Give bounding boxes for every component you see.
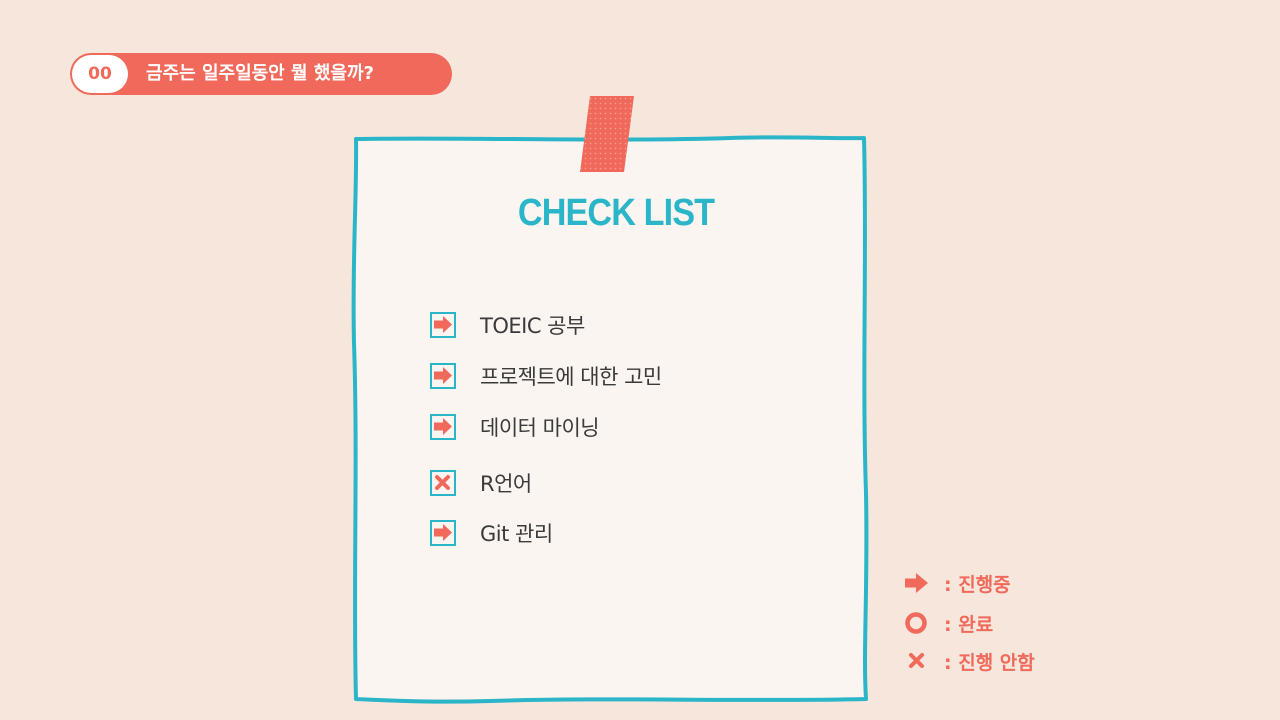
legend-item-in-progress: : 진행중 bbox=[904, 570, 1011, 596]
tape-decoration bbox=[580, 96, 634, 172]
legend-label: : 진행 안함 bbox=[944, 651, 1035, 674]
legend-label: : 완료 bbox=[944, 613, 994, 636]
checklist-item-label: 프로젝트에 대한 고민 bbox=[480, 365, 662, 389]
legend-item-done: : 완료 bbox=[904, 610, 993, 636]
checklist-item: 프로젝트에 대한 고민 bbox=[430, 361, 662, 391]
checkbox bbox=[430, 363, 456, 389]
checklist-item-label: R언어 bbox=[480, 472, 532, 496]
checkbox bbox=[430, 312, 456, 338]
x-mark-icon bbox=[435, 475, 450, 490]
circle-icon bbox=[905, 612, 927, 634]
section-header-pill: 00 금주는 일주일동안 뭘 했을까? bbox=[70, 53, 452, 95]
checklist-item-label: TOEIC 공부 bbox=[480, 314, 585, 338]
checkbox bbox=[430, 470, 456, 496]
checklist-item: Git 관리 bbox=[430, 518, 553, 548]
checkbox bbox=[430, 520, 456, 546]
checklist-item: R언어 bbox=[430, 468, 532, 498]
x-mark-icon bbox=[909, 653, 924, 668]
checklist-item-label: Git 관리 bbox=[480, 522, 553, 546]
checklist-item: TOEIC 공부 bbox=[430, 310, 585, 340]
checkbox bbox=[430, 414, 456, 440]
legend-label: : 진행중 bbox=[944, 573, 1011, 596]
section-title: 금주는 일주일동안 뭘 했을까? bbox=[146, 63, 374, 84]
checklist-item: 데이터 마이닝 bbox=[430, 412, 600, 442]
section-number-badge: 00 bbox=[72, 55, 128, 93]
arrow-right-icon bbox=[434, 316, 452, 333]
arrow-right-icon bbox=[434, 367, 452, 384]
checklist-item-label: 데이터 마이닝 bbox=[480, 416, 600, 440]
arrow-right-icon bbox=[905, 573, 928, 593]
legend-item-not-started: : 진행 안함 bbox=[904, 648, 1035, 674]
checklist-title: CHECK LIST bbox=[517, 192, 715, 234]
arrow-right-icon bbox=[434, 418, 452, 435]
arrow-right-icon bbox=[434, 524, 452, 541]
